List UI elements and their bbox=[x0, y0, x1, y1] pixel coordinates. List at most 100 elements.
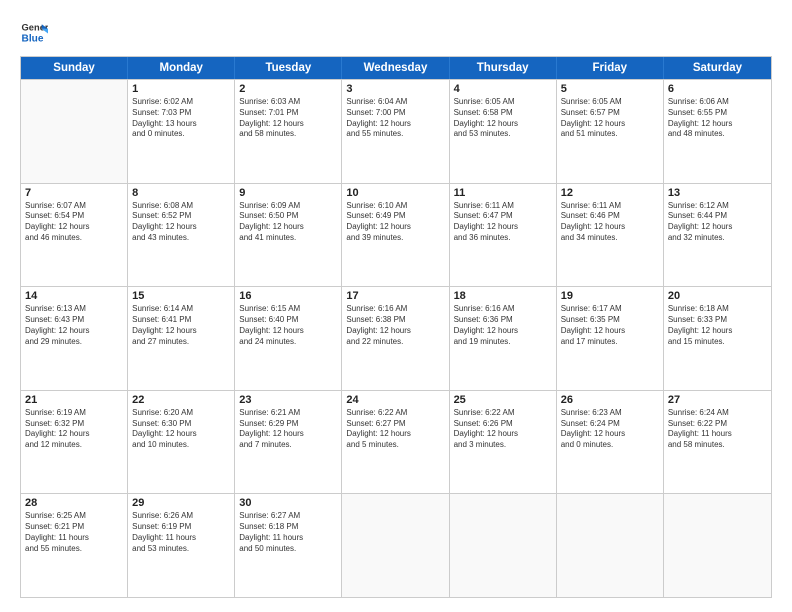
day-number: 9 bbox=[239, 187, 337, 199]
day-info: Sunrise: 6:21 AM Sunset: 6:29 PM Dayligh… bbox=[239, 408, 337, 451]
calendar: SundayMondayTuesdayWednesdayThursdayFrid… bbox=[20, 56, 772, 598]
calendar-row-0: 1 Sunrise: 6:02 AM Sunset: 7:03 PM Daylig… bbox=[21, 79, 771, 183]
day-cell-8: 8Sunrise: 6:08 AM Sunset: 6:52 PM Daylig… bbox=[128, 184, 235, 287]
day-info: Sunrise: 6:15 AM Sunset: 6:40 PM Dayligh… bbox=[239, 304, 337, 347]
day-number: 22 bbox=[132, 394, 230, 406]
day-cell-15: 15 Sunrise: 6:14 AM Sunset: 6:41 PM Dayli… bbox=[128, 287, 235, 390]
calendar-row-3: 21 Sunrise: 6:19 AM Sunset: 6:32 PM Dayli… bbox=[21, 390, 771, 494]
day-number: 23 bbox=[239, 394, 337, 406]
empty-cell-4-4 bbox=[450, 494, 557, 597]
day-cell-10: 10Sunrise: 6:10 AM Sunset: 6:49 PM Dayli… bbox=[342, 184, 449, 287]
day-cell-29: 29 Sunrise: 6:26 AM Sunset: 6:19 PM Dayli… bbox=[128, 494, 235, 597]
day-number: 13 bbox=[668, 187, 767, 199]
day-info: Sunrise: 6:06 AM Sunset: 6:55 PM Dayligh… bbox=[668, 97, 767, 140]
day-info: Sunrise: 6:05 AM Sunset: 6:58 PM Dayligh… bbox=[454, 97, 552, 140]
day-info: Sunrise: 6:22 AM Sunset: 6:26 PM Dayligh… bbox=[454, 408, 552, 451]
day-cell-25: 25 Sunrise: 6:22 AM Sunset: 6:26 PM Dayli… bbox=[450, 391, 557, 494]
day-info: Sunrise: 6:23 AM Sunset: 6:24 PM Dayligh… bbox=[561, 408, 659, 451]
day-number: 11 bbox=[454, 187, 552, 199]
empty-cell-4-6 bbox=[664, 494, 771, 597]
day-info: Sunrise: 6:14 AM Sunset: 6:41 PM Dayligh… bbox=[132, 304, 230, 347]
calendar-row-4: 28Sunrise: 6:25 AM Sunset: 6:21 PM Dayli… bbox=[21, 493, 771, 597]
day-number: 16 bbox=[239, 290, 337, 302]
day-cell-5: 5Sunrise: 6:05 AM Sunset: 6:57 PM Daylig… bbox=[557, 80, 664, 183]
svg-text:Blue: Blue bbox=[22, 33, 44, 44]
day-cell-27: 27 Sunrise: 6:24 AM Sunset: 6:22 PM Dayli… bbox=[664, 391, 771, 494]
day-number: 25 bbox=[454, 394, 552, 406]
day-cell-2: 2 Sunrise: 6:03 AM Sunset: 7:01 PM Daylig… bbox=[235, 80, 342, 183]
day-info: Sunrise: 6:26 AM Sunset: 6:19 PM Dayligh… bbox=[132, 511, 230, 554]
day-number: 21 bbox=[25, 394, 123, 406]
day-number: 4 bbox=[454, 83, 552, 95]
day-cell-23: 23 Sunrise: 6:21 AM Sunset: 6:29 PM Dayli… bbox=[235, 391, 342, 494]
day-number: 18 bbox=[454, 290, 552, 302]
day-cell-21: 21 Sunrise: 6:19 AM Sunset: 6:32 PM Dayli… bbox=[21, 391, 128, 494]
day-cell-11: 11 Sunrise: 6:11 AM Sunset: 6:47 PM Dayli… bbox=[450, 184, 557, 287]
day-info: Sunrise: 6:16 AM Sunset: 6:38 PM Dayligh… bbox=[346, 304, 444, 347]
day-cell-7: 7 Sunrise: 6:07 AM Sunset: 6:54 PM Daylig… bbox=[21, 184, 128, 287]
day-number: 19 bbox=[561, 290, 659, 302]
day-cell-1: 1 Sunrise: 6:02 AM Sunset: 7:03 PM Daylig… bbox=[128, 80, 235, 183]
day-number: 24 bbox=[346, 394, 444, 406]
day-info: Sunrise: 6:24 AM Sunset: 6:22 PM Dayligh… bbox=[668, 408, 767, 451]
day-number: 2 bbox=[239, 83, 337, 95]
day-info: Sunrise: 6:20 AM Sunset: 6:30 PM Dayligh… bbox=[132, 408, 230, 451]
day-number: 7 bbox=[25, 187, 123, 199]
day-number: 27 bbox=[668, 394, 767, 406]
header-cell-tuesday: Tuesday bbox=[235, 57, 342, 79]
day-info: Sunrise: 6:05 AM Sunset: 6:57 PM Dayligh… bbox=[561, 97, 659, 140]
header-cell-friday: Friday bbox=[557, 57, 664, 79]
header-cell-saturday: Saturday bbox=[664, 57, 771, 79]
day-number: 15 bbox=[132, 290, 230, 302]
logo-icon: General Blue bbox=[20, 18, 48, 46]
day-info: Sunrise: 6:17 AM Sunset: 6:35 PM Dayligh… bbox=[561, 304, 659, 347]
day-info: Sunrise: 6:12 AM Sunset: 6:44 PM Dayligh… bbox=[668, 201, 767, 244]
day-number: 12 bbox=[561, 187, 659, 199]
calendar-header: SundayMondayTuesdayWednesdayThursdayFrid… bbox=[21, 57, 771, 79]
day-cell-3: 3 Sunrise: 6:04 AM Sunset: 7:00 PM Daylig… bbox=[342, 80, 449, 183]
day-info: Sunrise: 6:11 AM Sunset: 6:46 PM Dayligh… bbox=[561, 201, 659, 244]
day-info: Sunrise: 6:25 AM Sunset: 6:21 PM Dayligh… bbox=[25, 511, 123, 554]
empty-cell-4-3 bbox=[342, 494, 449, 597]
day-number: 3 bbox=[346, 83, 444, 95]
empty-cell-0-0 bbox=[21, 80, 128, 183]
calendar-row-1: 7 Sunrise: 6:07 AM Sunset: 6:54 PM Daylig… bbox=[21, 183, 771, 287]
day-info: Sunrise: 6:18 AM Sunset: 6:33 PM Dayligh… bbox=[668, 304, 767, 347]
day-info: Sunrise: 6:13 AM Sunset: 6:43 PM Dayligh… bbox=[25, 304, 123, 347]
day-info: Sunrise: 6:19 AM Sunset: 6:32 PM Dayligh… bbox=[25, 408, 123, 451]
calendar-body: 1 Sunrise: 6:02 AM Sunset: 7:03 PM Daylig… bbox=[21, 79, 771, 597]
day-cell-4: 4 Sunrise: 6:05 AM Sunset: 6:58 PM Daylig… bbox=[450, 80, 557, 183]
day-info: Sunrise: 6:08 AM Sunset: 6:52 PM Dayligh… bbox=[132, 201, 230, 244]
day-info: Sunrise: 6:16 AM Sunset: 6:36 PM Dayligh… bbox=[454, 304, 552, 347]
day-info: Sunrise: 6:02 AM Sunset: 7:03 PM Dayligh… bbox=[132, 97, 230, 140]
day-cell-6: 6 Sunrise: 6:06 AM Sunset: 6:55 PM Daylig… bbox=[664, 80, 771, 183]
day-number: 1 bbox=[132, 83, 230, 95]
day-number: 10 bbox=[346, 187, 444, 199]
day-info: Sunrise: 6:27 AM Sunset: 6:18 PM Dayligh… bbox=[239, 511, 337, 554]
day-number: 20 bbox=[668, 290, 767, 302]
day-info: Sunrise: 6:09 AM Sunset: 6:50 PM Dayligh… bbox=[239, 201, 337, 244]
day-cell-24: 24 Sunrise: 6:22 AM Sunset: 6:27 PM Dayli… bbox=[342, 391, 449, 494]
day-cell-18: 18 Sunrise: 6:16 AM Sunset: 6:36 PM Dayli… bbox=[450, 287, 557, 390]
day-info: Sunrise: 6:11 AM Sunset: 6:47 PM Dayligh… bbox=[454, 201, 552, 244]
day-number: 6 bbox=[668, 83, 767, 95]
day-number: 14 bbox=[25, 290, 123, 302]
day-cell-19: 19 Sunrise: 6:17 AM Sunset: 6:35 PM Dayli… bbox=[557, 287, 664, 390]
day-cell-16: 16 Sunrise: 6:15 AM Sunset: 6:40 PM Dayli… bbox=[235, 287, 342, 390]
header-cell-thursday: Thursday bbox=[450, 57, 557, 79]
day-cell-14: 14 Sunrise: 6:13 AM Sunset: 6:43 PM Dayli… bbox=[21, 287, 128, 390]
logo: General Blue bbox=[20, 18, 50, 46]
page: General Blue SundayMondayTuesdayWednesda… bbox=[0, 0, 792, 612]
day-info: Sunrise: 6:03 AM Sunset: 7:01 PM Dayligh… bbox=[239, 97, 337, 140]
header-cell-monday: Monday bbox=[128, 57, 235, 79]
day-info: Sunrise: 6:22 AM Sunset: 6:27 PM Dayligh… bbox=[346, 408, 444, 451]
day-number: 29 bbox=[132, 497, 230, 509]
day-info: Sunrise: 6:04 AM Sunset: 7:00 PM Dayligh… bbox=[346, 97, 444, 140]
header-cell-sunday: Sunday bbox=[21, 57, 128, 79]
day-cell-30: 30Sunrise: 6:27 AM Sunset: 6:18 PM Dayli… bbox=[235, 494, 342, 597]
day-cell-26: 26Sunrise: 6:23 AM Sunset: 6:24 PM Dayli… bbox=[557, 391, 664, 494]
day-info: Sunrise: 6:07 AM Sunset: 6:54 PM Dayligh… bbox=[25, 201, 123, 244]
calendar-row-2: 14 Sunrise: 6:13 AM Sunset: 6:43 PM Dayli… bbox=[21, 286, 771, 390]
day-cell-20: 20 Sunrise: 6:18 AM Sunset: 6:33 PM Dayli… bbox=[664, 287, 771, 390]
day-cell-12: 12 Sunrise: 6:11 AM Sunset: 6:46 PM Dayli… bbox=[557, 184, 664, 287]
